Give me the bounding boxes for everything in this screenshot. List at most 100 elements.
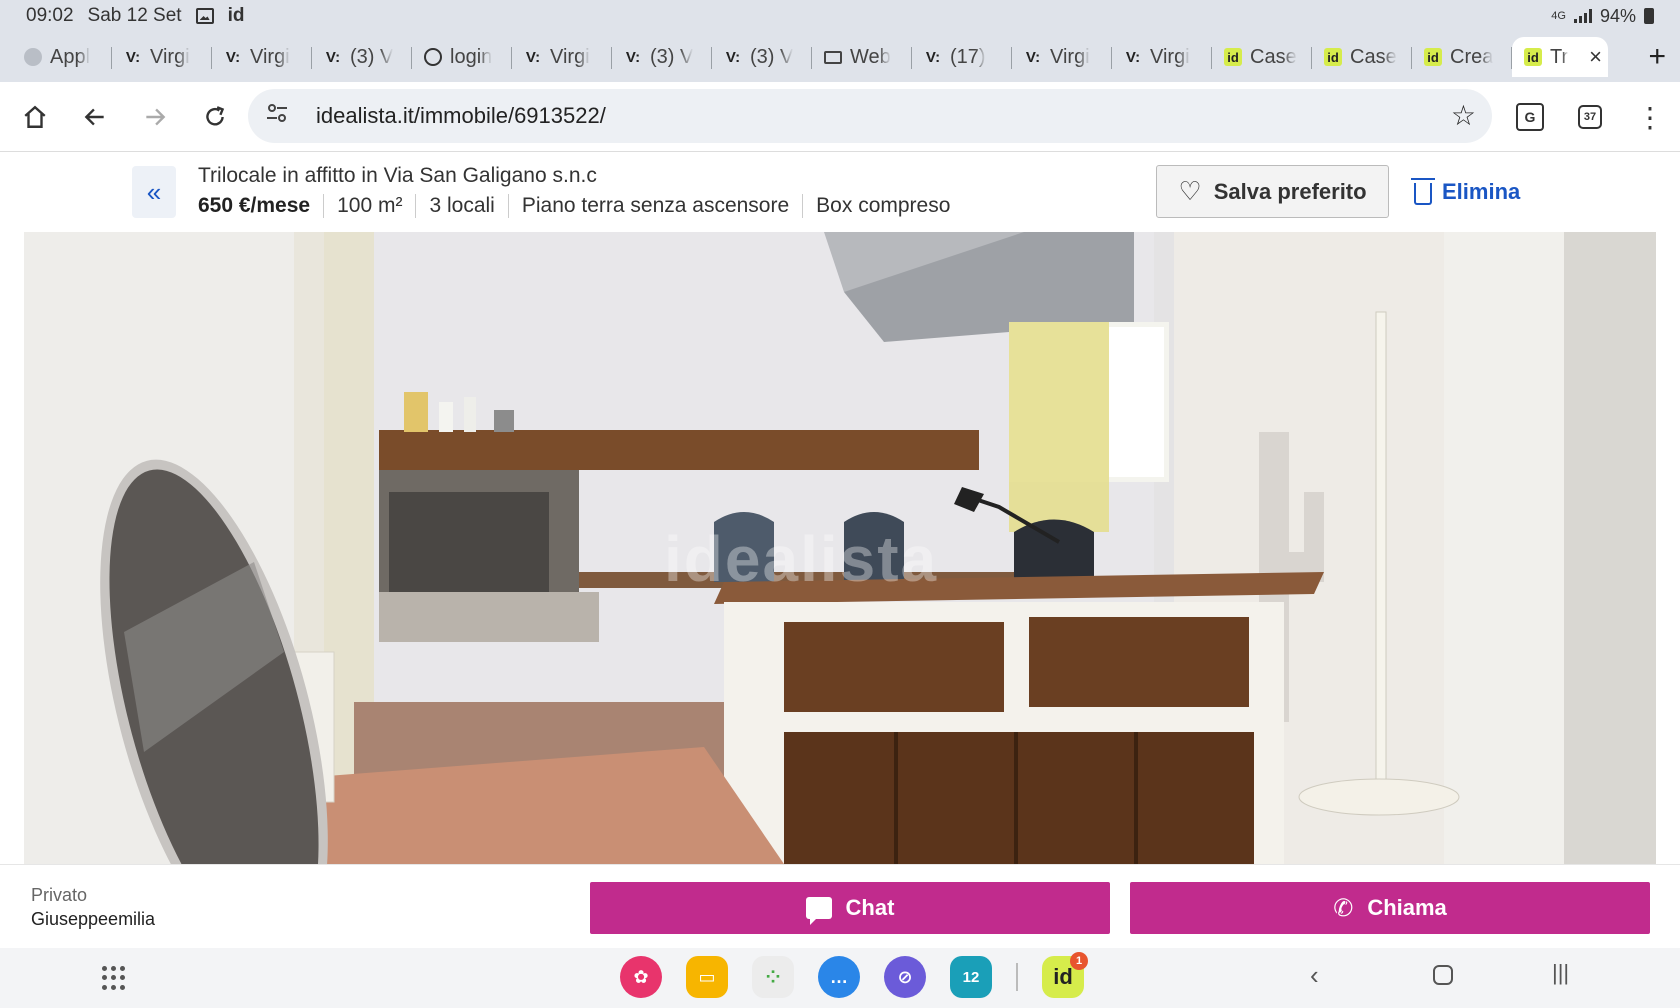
tab[interactable]: V: (17)	[912, 37, 1012, 77]
tab[interactable]: V: Virgi	[1012, 37, 1112, 77]
tab[interactable]: V: (3) V	[312, 37, 412, 77]
nav-back-icon[interactable]: ‹	[1310, 960, 1319, 991]
tab[interactable]: id Crea	[1412, 37, 1512, 77]
tab-label: Case	[1350, 45, 1397, 68]
app-favicon-icon	[24, 48, 42, 66]
delete-button[interactable]: Elimina	[1411, 165, 1520, 218]
owner-type: Privato	[31, 885, 88, 905]
owner-name: Giuseppeemilia	[31, 909, 156, 929]
chat-button[interactable]: Chat	[590, 882, 1110, 934]
trash-icon	[1411, 177, 1435, 205]
phone-icon: ✆	[1333, 894, 1354, 922]
listing-header: « Trilocale in affitto in Via San Galiga…	[0, 152, 1680, 232]
nav-home-icon[interactable]	[1432, 962, 1454, 993]
tab[interactable]: Appl	[12, 37, 112, 77]
tab-active[interactable]: id Tr ×	[1512, 37, 1608, 77]
tab-label: Virgi	[250, 45, 290, 68]
app-dock: ✿ ▭ ⁘ … ⊘ 12 id 1	[620, 952, 1088, 998]
nav-recents-icon[interactable]: |||	[1552, 960, 1569, 986]
site-settings-icon[interactable]	[266, 103, 296, 129]
tab[interactable]: V: Virgi	[1112, 37, 1212, 77]
listing-title: Trilocale in affitto in Via San Galigano…	[198, 164, 597, 187]
listing-rooms: 3 locali	[415, 194, 507, 218]
virgilio-favicon-icon: V:	[625, 48, 641, 66]
new-tab-button[interactable]: +	[1648, 40, 1666, 74]
tab-label: (3) V	[750, 45, 794, 68]
tab-label: Virgi	[150, 45, 190, 68]
virgilio-favicon-icon: V:	[525, 48, 541, 66]
messages-app-icon[interactable]: …	[818, 956, 860, 998]
tab-switcher-button[interactable]: 37	[1560, 87, 1620, 147]
contact-bar: Privato Giuseppeemilia Chat ✆ Chiama	[0, 864, 1680, 948]
status-date: Sab 12 Set	[87, 5, 182, 26]
translate-icon[interactable]: G	[1500, 87, 1560, 147]
call-label: Chiama	[1367, 895, 1447, 920]
bookmark-star-icon[interactable]: ☆	[1451, 99, 1476, 132]
reload-icon[interactable]	[185, 87, 245, 147]
listing-photo[interactable]: idealista	[24, 232, 1656, 864]
apps-folder-icon[interactable]: ⁘	[752, 956, 794, 998]
tab[interactable]: id Case	[1212, 37, 1312, 77]
tab-label: (3) V	[350, 45, 394, 68]
virgilio-favicon-icon: V:	[725, 48, 741, 66]
forward-icon[interactable]	[125, 87, 185, 147]
browser-app-icon[interactable]: ⊘	[884, 956, 926, 998]
save-favorite-label: Salva preferito	[1213, 178, 1367, 204]
calendar-app-icon[interactable]: 12	[950, 956, 992, 998]
browser-toolbar: idealista.it/immobile/6913522/ ☆ G 37 ⋮	[0, 82, 1680, 152]
virgilio-favicon-icon: V:	[1125, 48, 1141, 66]
tab[interactable]: V: (3) V	[712, 37, 812, 77]
tab-label: Virgi	[1150, 45, 1190, 68]
tab[interactable]: login	[412, 37, 512, 77]
home-icon[interactable]	[5, 87, 65, 147]
signal-icon	[1573, 9, 1592, 23]
listing-garage: Box compreso	[802, 194, 963, 218]
back-icon[interactable]	[65, 87, 125, 147]
tab[interactable]: V: Virgi	[512, 37, 612, 77]
battery-level: 94%	[1599, 5, 1636, 26]
app-drawer-icon[interactable]	[102, 966, 126, 990]
idealista-favicon-icon: id	[1324, 48, 1342, 66]
idealista-app-icon[interactable]: id 1	[1042, 952, 1088, 998]
globe-favicon-icon	[424, 48, 442, 66]
tab[interactable]: V: (3) V	[612, 37, 712, 77]
tab[interactable]: V: Virgi	[212, 37, 312, 77]
virgilio-favicon-icon: V:	[925, 48, 941, 66]
battery-icon	[1644, 8, 1654, 24]
address-bar[interactable]: idealista.it/immobile/6913522/ ☆	[248, 89, 1492, 143]
tab-label: (17)	[950, 45, 986, 68]
virgilio-favicon-icon: V:	[225, 48, 241, 66]
save-favorite-button[interactable]: ♡ Salva preferito	[1156, 165, 1389, 218]
tab-count: 37	[1578, 105, 1602, 129]
photo-watermark: idealista	[664, 523, 939, 595]
menu-dots-icon[interactable]: ⋮	[1620, 87, 1680, 147]
folder-app-icon[interactable]: ▭	[686, 956, 728, 998]
tab[interactable]: id Case	[1312, 37, 1412, 77]
notification-badge: 1	[1070, 952, 1088, 970]
chat-icon	[805, 897, 832, 925]
mail-favicon-icon	[824, 50, 842, 64]
tab[interactable]: Web	[812, 37, 912, 77]
heart-icon: ♡	[1178, 176, 1202, 206]
tab-close-icon[interactable]: ×	[1589, 44, 1602, 70]
tab-label: Crea	[1450, 45, 1494, 68]
tab-label: Tr	[1550, 45, 1569, 68]
tab[interactable]: V: Virgi	[112, 37, 212, 77]
system-nav-bar: ✿ ▭ ⁘ … ⊘ 12 id 1 ‹ |||	[0, 948, 1680, 1008]
image-notification-icon	[195, 8, 214, 24]
listing-floor: Piano terra senza ascensore	[507, 194, 802, 218]
tab-label: Case	[1250, 45, 1297, 68]
call-button[interactable]: ✆ Chiama	[1130, 882, 1650, 934]
listing-size: 100 m²	[323, 194, 415, 218]
virgilio-favicon-icon: V:	[1025, 48, 1041, 66]
url-text[interactable]: idealista.it/immobile/6913522/	[316, 103, 606, 129]
flower-app-icon[interactable]: ✿	[620, 956, 662, 998]
idealista-favicon-icon: id	[1224, 48, 1242, 66]
tab-label: Web	[850, 45, 891, 68]
chat-label: Chat	[845, 895, 895, 920]
tab-label: Virgi	[550, 45, 590, 68]
listing-price: 650 €/mese	[198, 194, 311, 217]
back-to-results-button[interactable]: «	[132, 166, 176, 218]
status-time: 09:02	[26, 5, 74, 26]
tab-label: login	[450, 45, 493, 68]
